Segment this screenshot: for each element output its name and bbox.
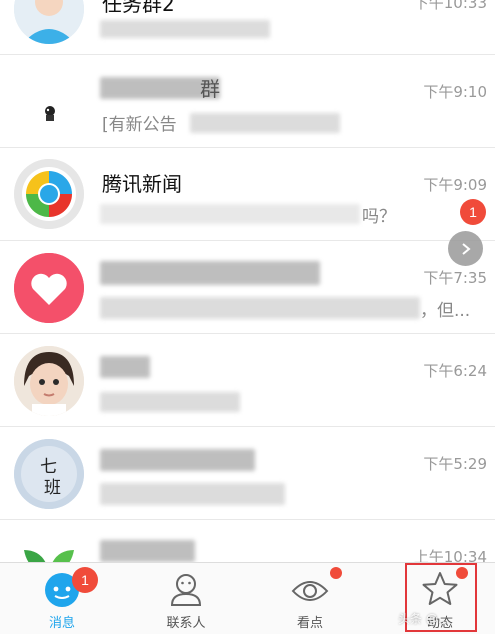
avatar	[14, 346, 84, 416]
conversation-name: 任务群2	[102, 0, 175, 16]
svg-text:班: 班	[44, 478, 61, 498]
conversation-preview: 吗？	[362, 207, 396, 227]
conversation-row[interactable]: 群 [有新公告 下午9:10	[0, 55, 495, 148]
tab-contacts[interactable]: 联系人	[124, 563, 248, 634]
redacted-preview	[100, 392, 240, 412]
conversation-row[interactable]: 任务群2 下午10:33	[0, 0, 495, 55]
redacted-name	[100, 449, 255, 471]
avatar-person-icon	[14, 0, 84, 44]
conversation-list: 任务群2 下午10:33 群 [有新公告 下午9:10 腾讯新闻 吗？ 下午9:…	[0, 0, 495, 562]
conversation-row[interactable]: 上午10:34	[0, 520, 495, 562]
chevron-right-icon	[461, 242, 471, 255]
kandian-dot	[330, 567, 342, 579]
conversation-row[interactable]: ，但... 下午7:35	[0, 241, 495, 334]
avatar	[14, 67, 84, 137]
svg-text:七: 七	[40, 457, 57, 477]
redacted-preview	[100, 20, 270, 38]
redacted-name	[100, 356, 150, 378]
eye-icon	[290, 569, 330, 609]
conversation-row[interactable]: 七 班 下午5:29	[0, 427, 495, 520]
conversation-time: 下午9:10	[423, 83, 487, 101]
tab-label: 看点	[296, 616, 323, 631]
avatar-figure-icon	[14, 67, 84, 137]
redacted-preview	[190, 113, 340, 133]
child-photo-icon	[14, 346, 84, 416]
contacts-icon	[166, 569, 206, 609]
conversation-time: 下午10:33	[413, 0, 487, 12]
redacted-preview	[100, 204, 360, 224]
conversation-time: 下午9:09	[423, 176, 487, 194]
redacted-name	[100, 261, 320, 285]
conversation-time: 下午7:35	[423, 269, 487, 287]
avatar	[14, 532, 84, 562]
conversation-time: 上午10:34	[413, 548, 487, 562]
tencent-news-logo-icon	[14, 159, 84, 229]
conversation-name: 腾讯新闻	[102, 172, 182, 196]
avatar	[14, 253, 84, 323]
watermark: 头条 @...	[398, 612, 450, 626]
tab-messages[interactable]: 1 消息	[0, 563, 124, 634]
avatar	[14, 0, 84, 44]
redacted-preview	[100, 483, 285, 505]
avatar	[14, 159, 84, 229]
tab-label: 联系人	[166, 616, 206, 631]
class-logo-icon: 七 班	[14, 439, 84, 509]
conversation-name: 群	[200, 77, 220, 101]
redacted-name	[100, 540, 195, 562]
messages-badge: 1	[72, 567, 98, 593]
unread-badge: 1	[460, 199, 486, 225]
conversation-time: 下午5:29	[423, 455, 487, 473]
conversation-row[interactable]: 腾讯新闻 吗？ 下午9:09 1	[0, 148, 495, 241]
avatar: 七 班	[14, 439, 84, 509]
conversation-time: 下午6:24	[423, 362, 487, 380]
expand-arrow-button[interactable]	[448, 231, 483, 266]
conversation-preview: ，但...	[420, 301, 471, 321]
tab-label: 消息	[48, 616, 75, 631]
redacted-preview	[100, 297, 420, 319]
heart-icon	[14, 253, 84, 323]
tab-kandian[interactable]: 看点	[248, 563, 372, 634]
conversation-row[interactable]: 下午6:24	[0, 334, 495, 427]
conversation-preview: [有新公告	[102, 115, 177, 135]
sprout-icon	[14, 532, 84, 562]
